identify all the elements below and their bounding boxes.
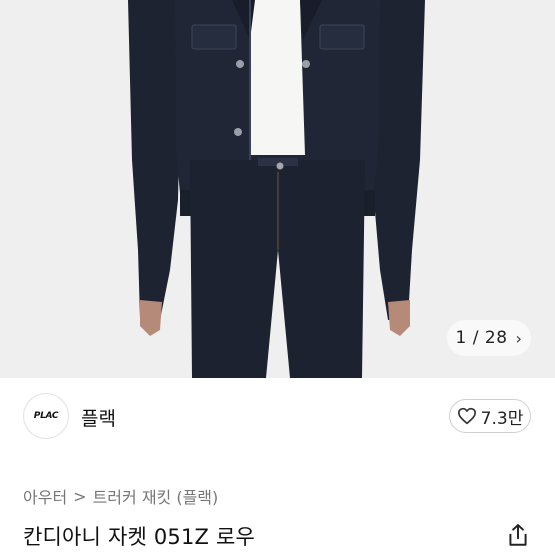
like-button[interactable]: 7.3만 <box>449 399 531 433</box>
share-icon <box>509 524 527 546</box>
share-button[interactable] <box>505 522 531 548</box>
product-title: 칸디아니 자켓 051Z 로우 <box>23 525 256 549</box>
brand-name[interactable]: 플랙 <box>81 404 116 431</box>
like-count: 7.3만 <box>480 408 524 429</box>
breadcrumb-category[interactable]: 아우터 <box>23 484 67 508</box>
image-counter-text: 1 / 28 <box>455 328 508 348</box>
heart-outline-icon <box>457 407 476 425</box>
breadcrumb-subcategory[interactable]: 트러커 재킷 (플랙) <box>93 484 219 508</box>
product-image-gallery[interactable]: 1 / 28 › <box>0 0 555 378</box>
brand-logo-text: PLAC <box>33 411 59 421</box>
brand-logo[interactable]: PLAC <box>23 393 69 439</box>
breadcrumb: 아우터 > 트러커 재킷 (플랙) <box>23 484 218 508</box>
chevron-right-icon[interactable]: › <box>516 329 523 348</box>
brand-row: PLAC 플랙 7.3만 <box>0 380 555 452</box>
breadcrumb-separator: > <box>73 486 87 506</box>
image-counter[interactable]: 1 / 28 › <box>447 320 531 356</box>
